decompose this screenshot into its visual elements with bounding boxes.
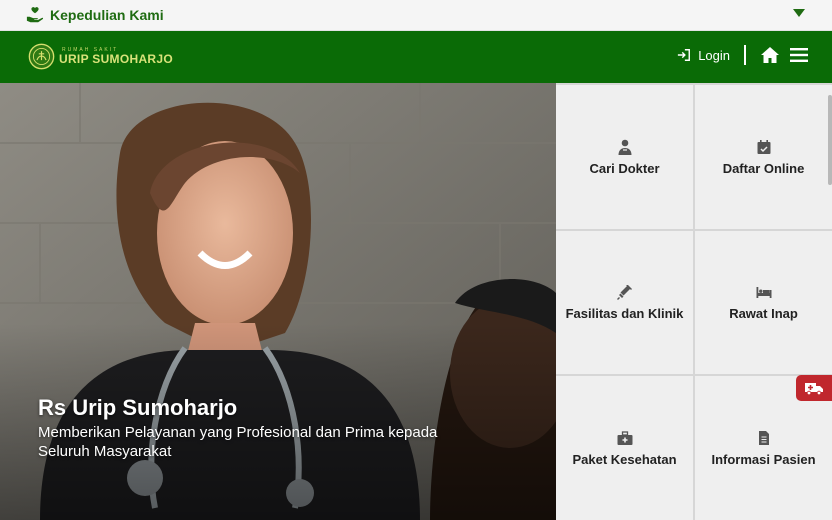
calendar-check-icon: [757, 139, 770, 154]
tile-label: Rawat Inap: [729, 306, 798, 321]
quick-menu-grid: Cari Dokter Daftar Online Fasilitas dan …: [556, 83, 832, 520]
tile-cari-dokter[interactable]: Cari Dokter: [556, 85, 693, 229]
login-link[interactable]: Login: [677, 48, 730, 63]
ambulance-icon: [805, 383, 823, 395]
hamburger-menu-icon[interactable]: [790, 47, 808, 63]
care-label: Kepedulian Kami: [50, 7, 164, 23]
emergency-ambulance-button[interactable]: [796, 375, 832, 401]
hospital-logo[interactable]: RUMAH SAKIT URIP SUMOHARJO: [28, 43, 173, 70]
home-icon[interactable]: [760, 46, 780, 64]
tile-label: Daftar Online: [722, 160, 805, 176]
sign-in-icon: [678, 49, 691, 61]
nav-divider: [744, 45, 746, 65]
login-label: Login: [698, 47, 730, 63]
tile-label: Fasilitas dan Klinik: [565, 306, 684, 321]
tile-fasilitas-klinik[interactable]: Fasilitas dan Klinik: [556, 231, 693, 374]
doctor-icon: [618, 139, 631, 155]
hero-subtitle: Memberikan Pelayanan yang Profesional da…: [38, 424, 438, 460]
syringe-icon: [616, 285, 632, 300]
top-utility-bar: Kepedulian Kami: [0, 0, 832, 31]
chevron-down-icon[interactable]: [792, 8, 806, 18]
hand-heart-icon: [26, 7, 44, 23]
hero-title: Rs Urip Sumoharjo: [38, 395, 238, 420]
tile-label: Cari Dokter: [589, 160, 660, 176]
bed-icon: [756, 287, 771, 298]
hero-banner: Rs Urip Sumoharjo Memberikan Pelayanan y…: [0, 83, 556, 520]
document-icon: [758, 430, 769, 445]
tile-daftar-online[interactable]: Daftar Online: [695, 85, 832, 229]
medkit-icon: [617, 430, 632, 445]
main-navbar: RUMAH SAKIT URIP SUMOHARJO Login: [0, 31, 832, 83]
page-scrollbar[interactable]: [828, 95, 832, 185]
tile-label: Informasi Pasien: [711, 451, 816, 467]
tile-label: Paket Kesehatan: [572, 451, 677, 467]
tile-paket-kesehatan[interactable]: Paket Kesehatan: [556, 376, 693, 520]
logo-name: URIP SUMOHARJO: [59, 52, 173, 66]
tile-rawat-inap[interactable]: Rawat Inap: [695, 231, 832, 374]
hospital-seal-icon: [28, 43, 55, 70]
care-link[interactable]: Kepedulian Kami: [26, 6, 164, 24]
